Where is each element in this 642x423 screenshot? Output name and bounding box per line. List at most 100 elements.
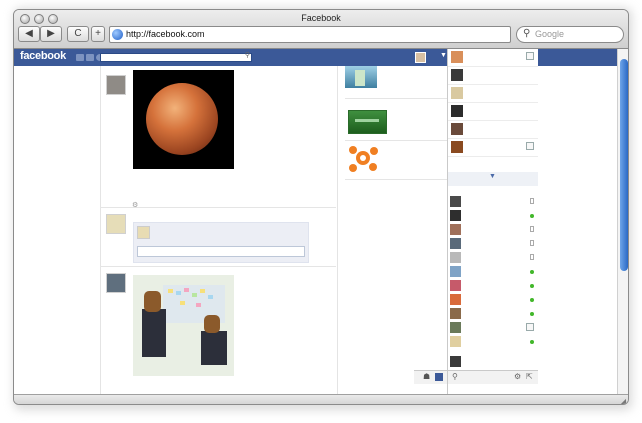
- friend-avatar: [450, 266, 461, 277]
- online-status-icon: [530, 298, 534, 302]
- avast-logo[interactable]: [347, 142, 379, 174]
- chat-friend[interactable]: [448, 223, 538, 236]
- search-field[interactable]: ⚲ Google: [516, 26, 624, 43]
- ticker-item[interactable]: [448, 49, 538, 67]
- sponsored-ad-green[interactable]: [348, 110, 387, 134]
- profile-avatar[interactable]: [415, 52, 426, 63]
- sticky-note: [200, 289, 205, 293]
- post-photo-office[interactable]: [133, 275, 234, 376]
- friend-avatar: [450, 196, 461, 207]
- person-figure: [201, 331, 227, 365]
- forward-arrow-icon: ▶: [47, 28, 55, 39]
- sticky-note: [196, 303, 201, 307]
- mobile-icon: [530, 226, 534, 232]
- post-photo-planet[interactable]: [133, 70, 234, 169]
- mobile-icon: [530, 198, 534, 204]
- friend-avatar: [450, 356, 461, 367]
- friend-avatar: [450, 252, 461, 263]
- back-button[interactable]: ◀: [18, 26, 40, 42]
- resize-grip-icon[interactable]: ◢: [620, 397, 626, 404]
- online-status-icon: [530, 270, 534, 274]
- chat-friend[interactable]: [448, 195, 538, 208]
- chat-friend[interactable]: [448, 279, 538, 292]
- bug-icon[interactable]: ☗: [423, 372, 430, 381]
- search-icon: ⚲: [523, 28, 531, 39]
- ticker-item[interactable]: [448, 67, 538, 85]
- online-status-icon: [530, 284, 534, 288]
- forward-button[interactable]: ▶: [40, 26, 62, 42]
- friend-avatar: [450, 336, 461, 347]
- post-author-avatar[interactable]: [106, 75, 126, 95]
- dock-icons: ☗: [414, 370, 447, 384]
- chat-settings-icon[interactable]: ⚙: [514, 372, 521, 381]
- ticker-item[interactable]: [448, 103, 538, 121]
- facebook-app-icon[interactable]: [435, 373, 443, 381]
- comment-input[interactable]: [137, 246, 305, 257]
- friend-avatar: [450, 294, 461, 305]
- chat-sidebar: ▼ ⚲ ⚙ ⇱: [447, 49, 538, 394]
- sticky-note: [176, 291, 181, 295]
- chat-friend[interactable]: [448, 265, 538, 278]
- music-icon: [526, 142, 534, 150]
- sticky-note: [168, 289, 173, 293]
- horse-mask: [144, 291, 161, 312]
- chat-friend[interactable]: [448, 237, 538, 250]
- chat-search-icon: ⚲: [452, 372, 458, 381]
- person-figure: [142, 309, 166, 357]
- commenter-avatar: [137, 226, 150, 239]
- account-menu-icon[interactable]: ▼: [440, 52, 447, 59]
- window-title: Facebook: [301, 13, 341, 23]
- ad-text-graphic: [355, 119, 379, 122]
- page-viewport: facebook ⚲ ▼ ⚙ ▼ ⚲ ⚙ ⇱ ☗: [14, 49, 617, 394]
- comment-box: [133, 222, 309, 263]
- ticker-more[interactable]: ▼: [448, 172, 538, 186]
- comment-author-avatar[interactable]: [106, 214, 126, 234]
- scrollbar-thumb[interactable]: [620, 59, 628, 271]
- friend-avatar: [451, 87, 463, 99]
- friend-avatar: [450, 238, 461, 249]
- chat-friend[interactable]: [448, 293, 538, 306]
- add-bookmark-button[interactable]: +: [91, 26, 105, 42]
- post-divider: [100, 266, 336, 267]
- ticker-item[interactable]: [448, 139, 538, 157]
- globe-icon: [112, 29, 123, 40]
- plus-icon: +: [95, 28, 101, 39]
- facebook-search-input[interactable]: ⚲: [100, 52, 252, 62]
- chat-friend[interactable]: [448, 321, 538, 334]
- sticky-note: [180, 301, 185, 305]
- chevron-down-icon: ▼: [489, 173, 496, 180]
- friend-avatar: [450, 210, 461, 221]
- chat-popout-icon[interactable]: ⇱: [526, 372, 533, 381]
- chat-friend[interactable]: [448, 335, 538, 348]
- friend-avatar: [450, 322, 461, 333]
- ad-divider: [345, 98, 447, 99]
- ticker-item[interactable]: [448, 85, 538, 103]
- sponsored-ad-image[interactable]: [345, 66, 377, 88]
- ticker-item[interactable]: [448, 121, 538, 139]
- address-bar[interactable]: http://facebook.com: [109, 26, 511, 43]
- chat-friend[interactable]: [448, 251, 538, 264]
- online-status-icon: [530, 312, 534, 316]
- sticky-note: [184, 288, 189, 292]
- music-icon: [526, 323, 534, 331]
- friend-avatar: [450, 280, 461, 291]
- reload-button[interactable]: C: [67, 26, 89, 42]
- chat-friend[interactable]: [448, 307, 538, 320]
- friend-avatar: [451, 141, 463, 153]
- ad-divider: [345, 179, 447, 180]
- friend-avatar: [450, 308, 461, 319]
- facebook-logo[interactable]: facebook: [20, 50, 66, 62]
- chat-friend[interactable]: [448, 355, 538, 368]
- chat-friend[interactable]: [448, 209, 538, 222]
- chat-search-input[interactable]: ⚲ ⚙ ⇱: [448, 370, 538, 384]
- reload-icon: C: [74, 28, 82, 39]
- messages-icon[interactable]: [86, 54, 94, 61]
- post-author-avatar[interactable]: [106, 273, 126, 293]
- sticky-note: [208, 295, 213, 299]
- friend-avatar: [451, 51, 463, 63]
- vertical-scrollbar[interactable]: [617, 49, 628, 394]
- browser-toolbar: Facebook ◀ ▶ C + http://facebook.com ⚲ G…: [14, 10, 628, 49]
- planet-image: [146, 83, 218, 155]
- facebook-search-icon: ⚲: [244, 52, 250, 59]
- friend-requests-icon[interactable]: [76, 54, 84, 61]
